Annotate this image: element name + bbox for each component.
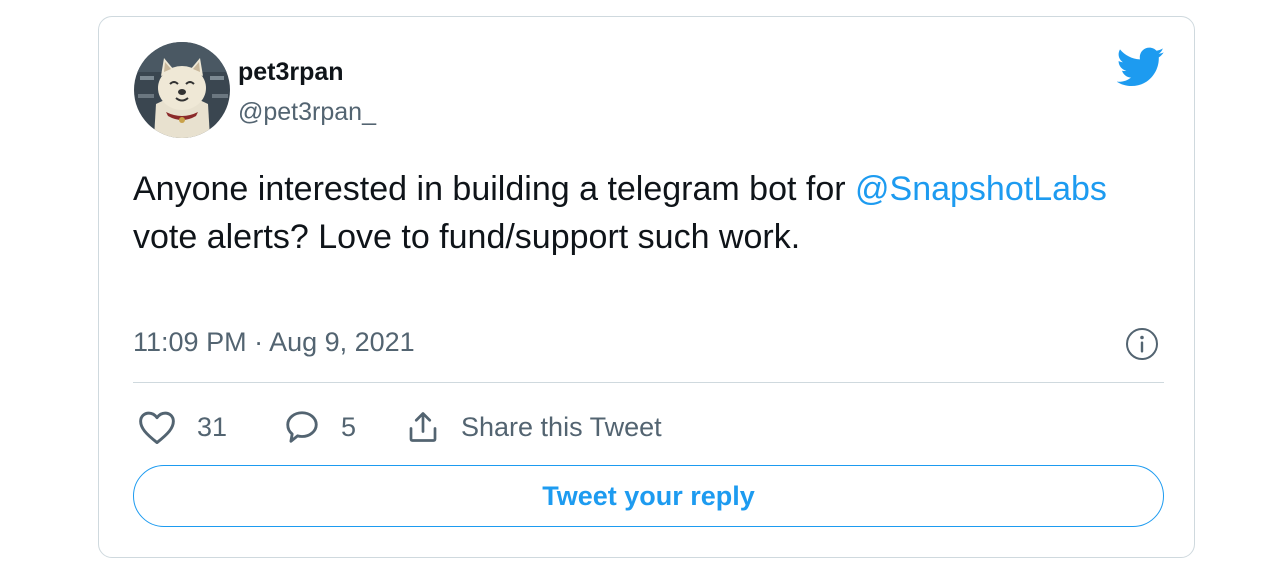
speech-bubble-icon bbox=[283, 408, 321, 446]
cartoon-dog-avatar-icon bbox=[134, 42, 230, 138]
tweet-text: Anyone interested in building a telegram… bbox=[133, 165, 1143, 261]
avatar[interactable] bbox=[134, 42, 230, 138]
tweet-reply-button[interactable]: Tweet your reply bbox=[133, 465, 1164, 527]
tweet-text-after: vote alerts? Love to fund/support such w… bbox=[133, 218, 801, 256]
tweet-text-before: Anyone interested in building a telegram… bbox=[133, 170, 856, 208]
reply-button[interactable]: 5 bbox=[283, 405, 356, 449]
share-button[interactable]: Share this Tweet bbox=[405, 405, 662, 449]
heart-icon bbox=[137, 409, 177, 445]
like-count: 31 bbox=[197, 411, 228, 442]
like-button[interactable]: 31 bbox=[137, 405, 227, 449]
twitter-bird-icon[interactable] bbox=[1116, 47, 1165, 89]
tweet-timestamp[interactable]: 11:09 PM · Aug 9, 2021 bbox=[133, 325, 415, 359]
share-upload-icon bbox=[405, 408, 441, 446]
divider bbox=[133, 382, 1164, 383]
mention-link[interactable]: @SnapshotLabs bbox=[855, 170, 1107, 208]
author-name[interactable]: pet3rpan bbox=[238, 57, 344, 87]
info-icon[interactable] bbox=[1125, 327, 1159, 361]
reply-count: 5 bbox=[341, 411, 357, 442]
tweet-card: pet3rpan @pet3rpan_ Anyone interested in… bbox=[98, 16, 1195, 558]
share-label: Share this Tweet bbox=[461, 411, 662, 442]
author-handle[interactable]: @pet3rpan_ bbox=[238, 97, 376, 127]
